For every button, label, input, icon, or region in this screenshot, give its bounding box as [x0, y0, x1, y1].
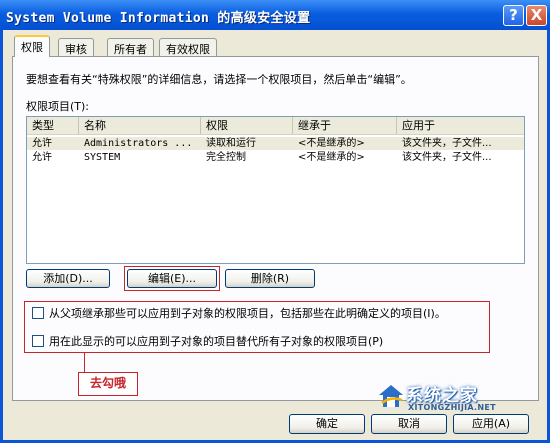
tab-effective-permissions[interactable]: 有效权限	[159, 38, 217, 56]
permission-entries-label: 权限项目(T):	[26, 100, 90, 113]
inherit-checkbox-label: 从父项继承那些可以应用到子对象的权限项目，包括那些在此明确定义的项目(I)。	[49, 307, 446, 320]
info-text: 要想查看有关“特殊权限”的详细信息，请选择一个权限项目，然后单击“编辑”。	[26, 73, 412, 86]
window-title: System Volume Information 的高级安全设置	[6, 11, 311, 26]
cell-apply-to: 该文件夹，子文件...	[402, 152, 492, 163]
table-row[interactable]: 允许 SYSTEM 完全控制 <不是继承的> 该文件夹，子文件...	[27, 151, 524, 164]
cell-name: SYSTEM	[84, 152, 121, 163]
column-header-inherited-from[interactable]: 继承于	[293, 117, 397, 134]
edit-highlight-box	[124, 266, 220, 291]
cell-name: Administrators ...	[84, 138, 193, 149]
add-button[interactable]: 添加(D)...	[26, 269, 110, 288]
close-button[interactable]: X	[526, 5, 547, 26]
list-header: 类型 名称 权限 继承于 应用于	[27, 117, 524, 135]
tab-owner[interactable]: 所有者	[107, 38, 154, 56]
cell-type: 允许	[32, 138, 52, 149]
column-header-apply-to[interactable]: 应用于	[397, 117, 524, 134]
replace-checkbox-label: 用在此显示的可以应用到子对象的项目替代所有子对象的权限项目(P)	[49, 335, 384, 348]
cancel-button[interactable]: 取消	[371, 414, 447, 434]
tab-permissions[interactable]: 权限	[14, 35, 50, 57]
cell-inherited-from: <不是继承的>	[298, 138, 365, 149]
replace-checkbox[interactable]	[32, 335, 44, 347]
column-header-type[interactable]: 类型	[27, 117, 79, 134]
inherit-checkbox-row[interactable]: 从父项继承那些可以应用到子对象的权限项目，包括那些在此明确定义的项目(I)。	[32, 305, 446, 321]
cell-permission: 读取和运行	[206, 138, 256, 149]
title-bar[interactable]: System Volume Information 的高级安全设置 ? X	[0, 0, 550, 30]
replace-checkbox-row[interactable]: 用在此显示的可以应用到子对象的项目替代所有子对象的权限项目(P)	[32, 333, 383, 349]
apply-button[interactable]: 应用(A)	[453, 414, 529, 434]
cell-apply-to: 该文件夹，子文件...	[402, 138, 492, 149]
cell-type: 允许	[32, 152, 52, 163]
watermark-url: XITONGZHIJIA.NET	[408, 403, 496, 412]
house-logo-icon	[379, 385, 403, 407]
inherit-checkbox[interactable]	[32, 307, 44, 319]
annotation-label: 去勾哦	[78, 372, 138, 396]
remove-button[interactable]: 删除(R)	[225, 269, 315, 288]
ok-button[interactable]: 确定	[289, 414, 365, 434]
column-header-permission[interactable]: 权限	[201, 117, 293, 134]
help-button[interactable]: ?	[503, 5, 524, 26]
table-row[interactable]: 允许 Administrators ... 读取和运行 <不是继承的> 该文件夹…	[27, 137, 524, 150]
watermark-logo: 系统之家 XITONGZHIJIA.NET	[378, 380, 528, 416]
permission-entries-list[interactable]: 类型 名称 权限 继承于 应用于 允许 Administrators ... 读…	[26, 116, 525, 264]
tab-auditing[interactable]: 审核	[58, 38, 94, 56]
column-header-name[interactable]: 名称	[79, 117, 201, 134]
cell-inherited-from: <不是继承的>	[298, 152, 365, 163]
cell-permission: 完全控制	[206, 152, 246, 163]
